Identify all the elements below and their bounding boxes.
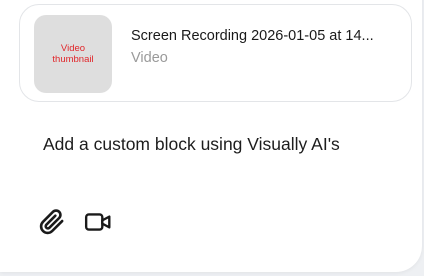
attachment-file-name: Screen Recording 2026-01-05 at 14... [131,28,374,44]
video-thumbnail: Video thumbnail [34,15,112,93]
message-input[interactable]: Add a custom block using Visually AI's [43,134,340,155]
attachment-card[interactable]: Video thumbnail Screen Recording 2026-01… [19,4,412,102]
composer-toolbar [38,208,112,236]
video-button[interactable] [84,208,112,236]
thumbnail-placeholder-label: Video thumbnail [52,43,94,65]
video-camera-icon [84,213,111,231]
composer-panel: Video thumbnail Screen Recording 2026-01… [0,0,422,272]
attachment-file-type: Video [131,50,168,66]
attach-button[interactable] [38,208,66,236]
paperclip-icon [39,209,64,235]
